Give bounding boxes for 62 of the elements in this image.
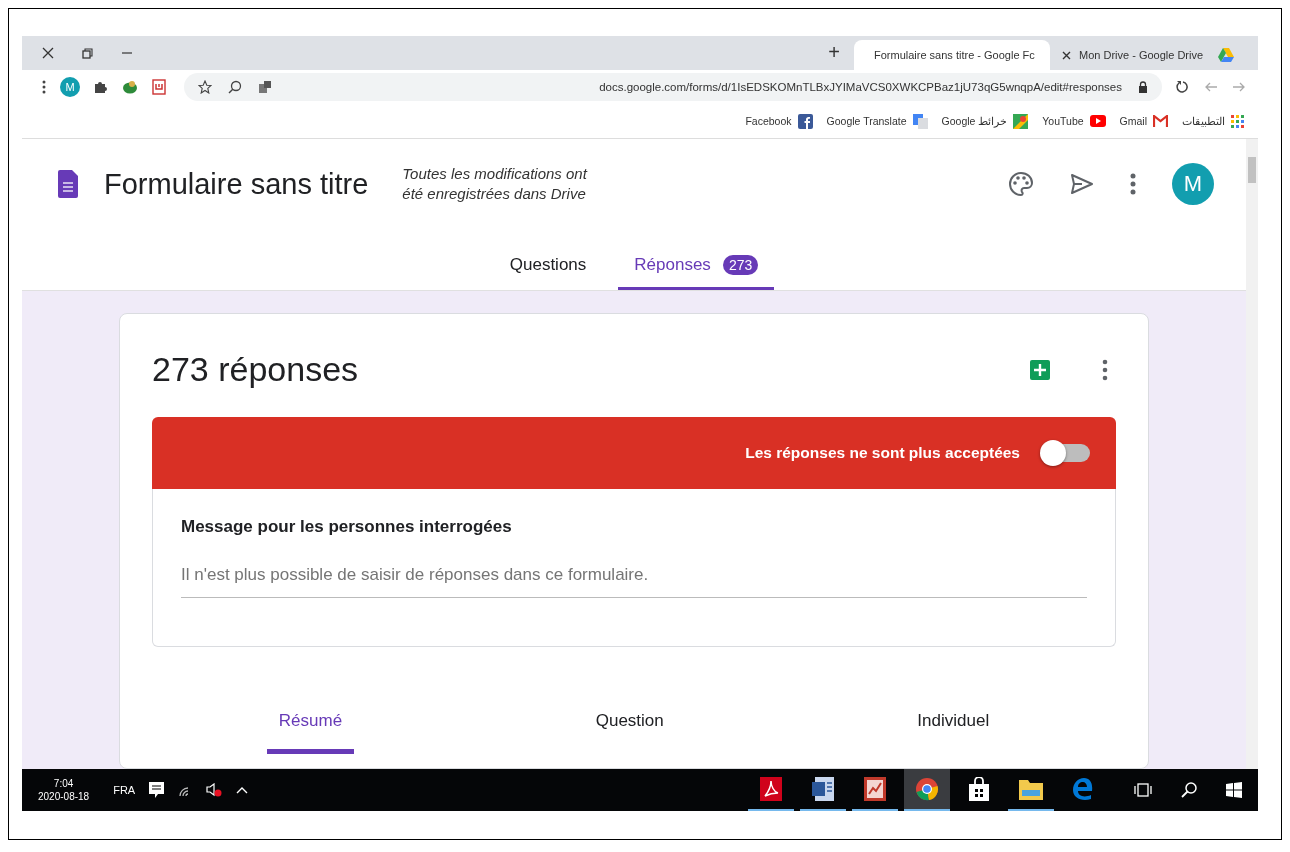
url-text: docs.google.com/forms/d/1IsEDSKOMnTLBxJYIMaVCS0XWKCPBaz1jU73qG5wnqpA/edit#responses — [598, 81, 1122, 93]
folder-icon — [1019, 778, 1043, 800]
close-icon[interactable] — [1062, 50, 1071, 60]
view-tab[interactable]: Question — [583, 711, 676, 754]
new-tab-button[interactable]: + — [814, 41, 854, 70]
document-icon — [812, 777, 834, 801]
bookmark[interactable]: Gmail — [1119, 115, 1168, 127]
bookmark[interactable]: YouTube — [1042, 115, 1106, 127]
view-tab[interactable]: Résumé — [266, 711, 355, 754]
bookmark[interactable]: التطبيقات — [1182, 114, 1244, 128]
browser-tab[interactable]: Formulaire sans titre - Google Fc — [854, 40, 1050, 70]
search-icon[interactable] — [1180, 781, 1198, 799]
map-icon — [1013, 113, 1029, 129]
save-status: Toutes les modifications ont été enregistrées dans Drive — [402, 163, 587, 204]
windows-logo-icon[interactable] — [1226, 782, 1242, 798]
play-icon — [1089, 115, 1106, 127]
shopping-bag-icon — [969, 777, 989, 801]
language-indicator[interactable]: FRA — [113, 784, 136, 796]
edge-icon — [1072, 777, 1094, 801]
close-icon[interactable] — [42, 47, 54, 59]
page-action-icon[interactable] — [258, 80, 272, 94]
form-title[interactable]: Formulaire sans titre — [104, 167, 369, 201]
spreadsheet-icon[interactable] — [1030, 359, 1050, 380]
more-icon[interactable] — [1102, 358, 1108, 381]
chrome-icon — [915, 777, 939, 801]
bookmark[interactable]: Google Translate — [826, 113, 928, 129]
form-icon[interactable] — [58, 170, 78, 198]
banner-text: Les réponses ne sont plus acceptées — [745, 444, 1020, 462]
zoom-icon[interactable] — [228, 80, 242, 94]
scrollbar[interactable] — [1246, 139, 1258, 769]
browser-tab[interactable]: Mon Drive - Google Drive — [1050, 40, 1246, 70]
task-view-icon[interactable] — [1134, 783, 1152, 797]
clock[interactable]: 7:04 2020-08-18 — [38, 777, 90, 803]
address-bar[interactable]: docs.google.com/forms/d/1IsEDSKOMnTLBxJYIMaVCS0XWKCPBaz1jU73qG5wnqpA/edit#responses — [184, 73, 1162, 101]
message-label: Message pour les personnes interrogées — [181, 517, 513, 537]
send-icon[interactable] — [1070, 173, 1094, 195]
taskbar-app[interactable] — [904, 769, 950, 811]
response-count: 273 réponses — [152, 350, 360, 389]
more-icon[interactable] — [1130, 173, 1136, 195]
chevron-up-icon[interactable] — [236, 786, 249, 794]
puzzle-icon[interactable] — [94, 80, 108, 94]
palette-icon[interactable] — [1008, 171, 1034, 197]
restore-icon[interactable] — [82, 47, 93, 59]
drive-icon — [1218, 48, 1234, 62]
notification-icon[interactable] — [149, 782, 165, 798]
star-icon[interactable] — [198, 80, 212, 94]
pdf-icon — [760, 777, 782, 801]
view-tab[interactable]: Individuel — [905, 711, 1002, 754]
mail-icon — [1153, 115, 1168, 127]
bookmark[interactable]: Google خرائط — [941, 113, 1029, 129]
menu-icon[interactable] — [42, 80, 46, 94]
chart-icon — [864, 777, 886, 801]
facebook-icon — [797, 113, 813, 129]
bookmark[interactable]: Facebook — [745, 113, 813, 129]
reload-icon[interactable] — [1176, 80, 1190, 94]
apps-grid-icon — [1231, 114, 1244, 128]
extension-icon[interactable] — [152, 79, 166, 95]
form-tab[interactable]: Questions — [493, 255, 603, 290]
form-tab[interactable]: Réponses 273 — [618, 255, 775, 290]
lock-icon — [1138, 81, 1148, 93]
count-badge: 273 — [722, 255, 759, 275]
muted-speaker-icon[interactable] — [206, 783, 223, 797]
